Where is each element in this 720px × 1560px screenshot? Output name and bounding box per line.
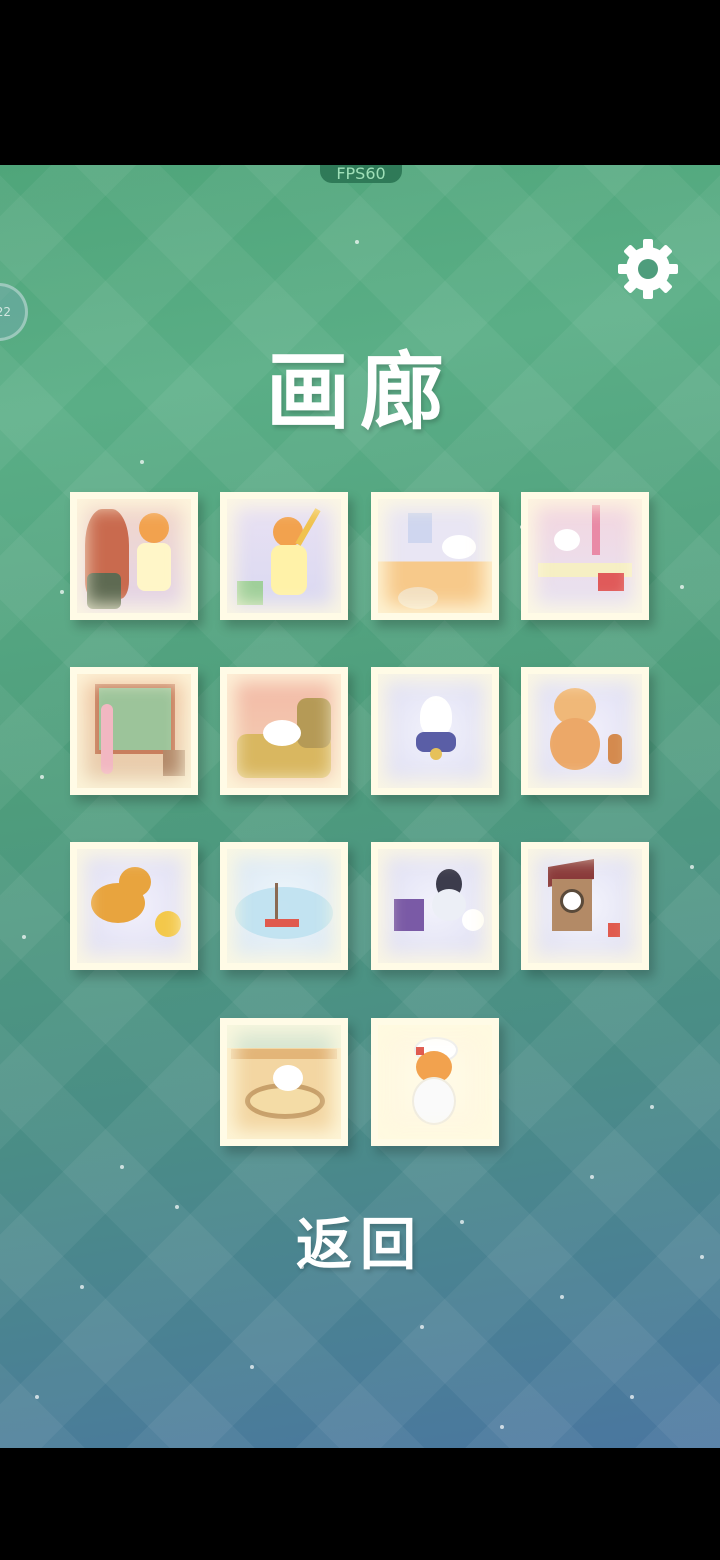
bottom-system-bar: [0, 1448, 720, 1560]
page-title: 画廊: [265, 342, 454, 441]
gallery-screen: FPS60 22 画廊: [0, 165, 720, 1448]
top-system-bar: [0, 0, 720, 165]
gallery-item-4[interactable]: [521, 492, 649, 620]
fps-counter: FPS60: [320, 165, 402, 183]
gallery-item-5[interactable]: [70, 667, 198, 795]
gallery-item-9[interactable]: [70, 842, 198, 970]
gallery-item-13[interactable]: [220, 1018, 348, 1146]
gallery-item-2[interactable]: [220, 492, 348, 620]
gallery-item-3[interactable]: [371, 492, 499, 620]
gallery-item-1[interactable]: [70, 492, 198, 620]
gallery-item-12[interactable]: [521, 842, 649, 970]
gallery-item-6[interactable]: [220, 667, 348, 795]
gallery-item-14[interactable]: [371, 1018, 499, 1146]
gallery-item-10[interactable]: [220, 842, 348, 970]
settings-button[interactable]: [612, 233, 684, 305]
gallery-item-8[interactable]: [521, 667, 649, 795]
gallery-item-11[interactable]: [371, 842, 499, 970]
gear-icon: [618, 239, 678, 299]
gallery-item-7[interactable]: [371, 667, 499, 795]
back-button[interactable]: 返回: [260, 1205, 460, 1285]
